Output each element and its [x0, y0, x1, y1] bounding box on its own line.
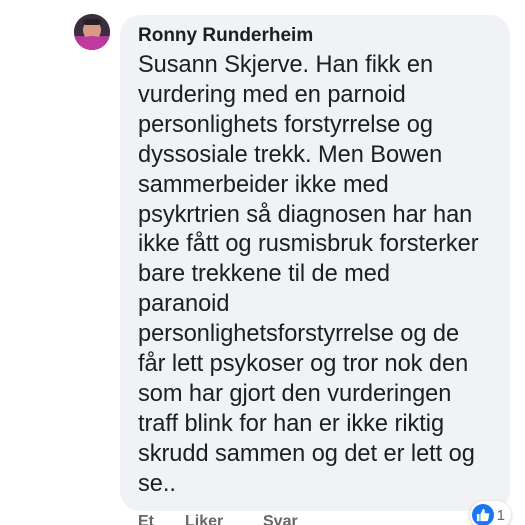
comment-time[interactable]: Et	[138, 513, 185, 525]
like-icon	[471, 504, 494, 525]
like-button[interactable]: Liker	[185, 513, 263, 525]
comment-screenshot: Ronny Runderheim Susann Skjerve. Han fik…	[0, 0, 525, 525]
avatar[interactable]	[74, 14, 110, 50]
thumbs-up-icon	[476, 508, 489, 522]
profile-photo-icon	[74, 14, 110, 50]
comment-bubble: Ronny Runderheim Susann Skjerve. Han fik…	[120, 15, 510, 511]
comment-author[interactable]: Ronny Runderheim	[138, 25, 500, 47]
reply-button[interactable]: Svar	[263, 513, 323, 525]
reaction-count: 1	[496, 506, 505, 524]
comment-actions: Et Liker Svar	[138, 513, 323, 525]
comment-text: Susann Skjerve. Han fikk en vurdering me…	[138, 52, 479, 497]
reaction-summary[interactable]: 1	[469, 501, 511, 525]
